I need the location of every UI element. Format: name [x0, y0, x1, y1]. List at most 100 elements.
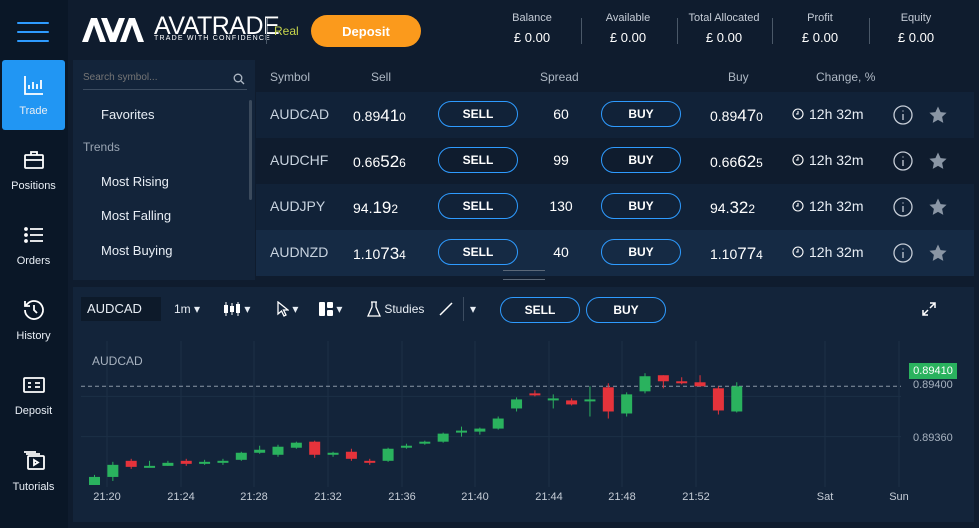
candle[interactable] [437, 432, 449, 443]
star-icon[interactable] [928, 151, 948, 171]
column-header-change[interactable]: Change, % [816, 70, 875, 84]
sell-button[interactable]: SELL [438, 101, 518, 127]
symbol-cell[interactable]: AUDCAD [270, 106, 329, 122]
candle[interactable] [107, 461, 119, 481]
search-input[interactable] [83, 72, 223, 83]
buy-button[interactable]: BUY [601, 101, 681, 127]
star-icon[interactable] [928, 197, 948, 217]
candle[interactable] [419, 440, 431, 445]
info-icon[interactable] [893, 197, 913, 217]
stat-total-allocated: Total Allocated £ 0.00 [688, 12, 760, 45]
candle[interactable] [309, 440, 321, 458]
chart-symbol-field[interactable]: AUDCAD [81, 297, 161, 321]
candle[interactable] [657, 375, 669, 389]
candle[interactable] [676, 377, 688, 385]
panel-scrollbar[interactable] [249, 100, 252, 200]
panel-item-most-falling[interactable]: Most Falling [101, 208, 171, 223]
resize-handle[interactable] [503, 270, 545, 280]
expand-icon[interactable] [922, 302, 936, 316]
sidebar-item-history[interactable]: History [2, 285, 65, 355]
info-icon[interactable] [893, 151, 913, 171]
table-row[interactable]: AUDCHF 0.66526 SELL 99 BUY 0.66625 12h 32m [256, 138, 974, 184]
symbol-cell[interactable]: AUDJPY [270, 198, 325, 214]
drawing-tool-dropdown[interactable]: ▾ [463, 297, 476, 321]
sidebar-item-tutorials[interactable]: Tutorials [2, 436, 65, 506]
candle[interactable] [290, 441, 302, 449]
column-header-spread[interactable]: Spread [540, 70, 579, 84]
hamburger-menu-icon[interactable] [17, 22, 49, 42]
candle[interactable] [602, 383, 614, 419]
symbol-cell[interactable]: AUDCHF [270, 152, 328, 168]
candle[interactable] [566, 398, 578, 406]
candle[interactable] [712, 386, 724, 415]
candle[interactable] [235, 451, 247, 461]
info-icon[interactable] [893, 105, 913, 125]
candle[interactable] [584, 386, 596, 417]
candle[interactable] [162, 460, 174, 466]
panel-item-favorites[interactable]: Favorites [101, 107, 154, 122]
buy-button[interactable]: BUY [601, 193, 681, 219]
star-icon[interactable] [928, 243, 948, 263]
sell-button[interactable]: SELL [438, 193, 518, 219]
table-row[interactable]: AUDJPY 94.192 SELL 130 BUY 94.322 12h 32m [256, 184, 974, 230]
candle[interactable] [529, 390, 541, 397]
candle[interactable] [731, 382, 743, 413]
candle[interactable] [89, 474, 100, 485]
search-icon[interactable] [233, 73, 245, 85]
current-price-tag: 0.89410 [909, 363, 957, 379]
column-header-buy[interactable]: Buy [728, 70, 749, 84]
star-icon[interactable] [928, 105, 948, 125]
studies-button[interactable]: Studies [367, 297, 424, 321]
chevron-down-icon: ▾ [244, 302, 251, 316]
candle[interactable] [400, 443, 412, 449]
candle[interactable] [345, 448, 357, 461]
price-chart[interactable] [81, 341, 901, 487]
drawing-tool-button[interactable] [439, 297, 453, 321]
candle[interactable] [199, 459, 211, 465]
candle[interactable] [492, 416, 504, 430]
candle[interactable] [382, 447, 394, 462]
interval-label: 1m [174, 302, 191, 316]
sell-price: 94.192 [353, 198, 399, 217]
column-header-symbol[interactable]: Symbol [270, 70, 310, 84]
panel-category-trends[interactable]: Trends [83, 140, 120, 154]
symbol-cell[interactable]: AUDNZD [270, 244, 328, 260]
panel-item-most-rising[interactable]: Most Rising [101, 174, 169, 189]
sidebar-item-orders[interactable]: Orders [2, 210, 65, 280]
buy-button[interactable]: BUY [601, 239, 681, 265]
candle[interactable] [327, 451, 339, 457]
sidebar-item-trade[interactable]: Trade [2, 60, 65, 130]
column-header-sell[interactable]: Sell [371, 70, 391, 84]
candle[interactable] [217, 458, 229, 465]
candle[interactable] [272, 444, 284, 457]
candle[interactable] [474, 427, 486, 435]
candle[interactable] [364, 458, 376, 465]
candle[interactable] [125, 458, 137, 469]
buy-button[interactable]: BUY [601, 147, 681, 173]
table-row[interactable]: AUDCAD 0.89410 SELL 60 BUY 0.89470 12h 32m [256, 92, 974, 138]
candle[interactable] [639, 373, 651, 394]
clock-icon [792, 200, 804, 212]
sidebar-item-deposit[interactable]: Deposit [2, 360, 65, 430]
table-row[interactable]: AUDNZD 1.10734 SELL 40 BUY 1.10774 12h 32m [256, 230, 974, 276]
cursor-selector[interactable]: ▾ [277, 297, 298, 321]
layout-selector[interactable]: ▾ [319, 297, 342, 321]
chart-sell-button[interactable]: SELL [500, 297, 580, 323]
candle[interactable] [456, 426, 467, 437]
candle[interactable] [254, 445, 266, 454]
sell-button[interactable]: SELL [438, 239, 518, 265]
panel-item-most-buying[interactable]: Most Buying [101, 243, 173, 258]
info-icon[interactable] [893, 243, 913, 263]
candle[interactable] [621, 392, 633, 417]
candle[interactable] [180, 458, 192, 466]
candle[interactable] [511, 397, 523, 412]
sell-button[interactable]: SELL [438, 147, 518, 173]
chart-buy-button[interactable]: BUY [586, 297, 666, 323]
list-icon [23, 227, 43, 243]
cash-icon [22, 377, 45, 393]
sidebar-item-positions[interactable]: Positions [2, 135, 65, 205]
candle[interactable] [144, 460, 156, 468]
interval-selector[interactable]: 1m ▾ [174, 297, 200, 321]
chart-type-selector[interactable]: ▾ [223, 297, 250, 321]
deposit-button[interactable]: Deposit [311, 15, 421, 47]
